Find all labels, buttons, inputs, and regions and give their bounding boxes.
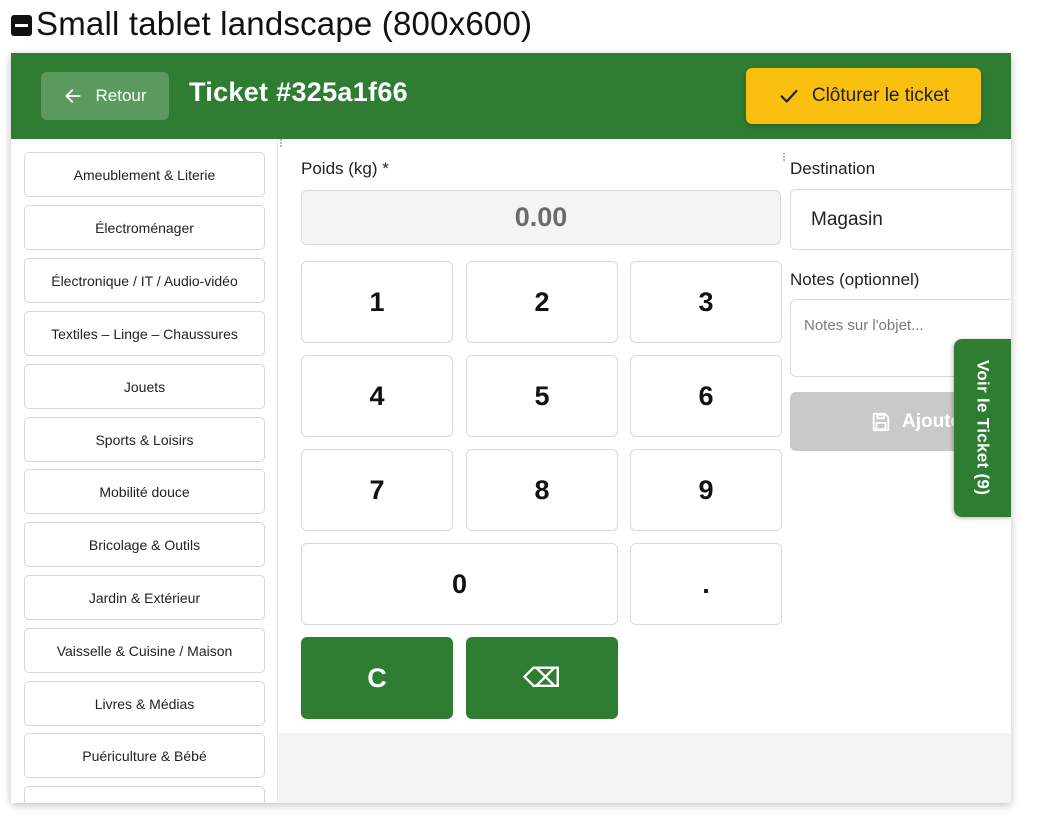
resize-grip-icon[interactable] — [280, 139, 283, 147]
close-ticket-label: Clôturer le ticket — [811, 85, 950, 106]
keypad-decimal[interactable]: . — [630, 543, 782, 625]
content-background — [279, 733, 1011, 803]
category-button[interactable]: Vaisselle & Cuisine / Maison — [24, 628, 265, 673]
category-button[interactable]: Électronique / IT / Audio-vidéo — [24, 258, 265, 303]
keypad-2[interactable]: 2 — [466, 261, 618, 343]
tablet-frame: Retour Ticket #325a1f66 Clôturer le tick… — [11, 53, 1011, 803]
keypad-7[interactable]: 7 — [301, 449, 453, 531]
collapse-toggle-icon[interactable] — [11, 14, 32, 36]
keypad-4[interactable]: 4 — [301, 355, 453, 437]
weight-display[interactable]: 0.00 — [301, 190, 781, 245]
entry-panel: Poids (kg) * 0.00 1 2 3 4 5 6 7 8 9 0 . … — [280, 139, 1011, 733]
keypad-8[interactable]: 8 — [466, 449, 618, 531]
notes-label: Notes (optionnel) — [790, 270, 920, 289]
check-icon — [780, 89, 798, 103]
save-icon — [872, 412, 890, 431]
category-button[interactable]: Électroménager — [24, 205, 265, 250]
category-button[interactable]: Puériculture & Bébé — [24, 733, 265, 778]
destination-label: Destination — [790, 159, 876, 178]
keypad-5[interactable]: 5 — [466, 355, 618, 437]
resize-grip-icon[interactable] — [783, 153, 786, 161]
add-item-label: Ajoute — [902, 410, 962, 432]
category-button[interactable]: Bricolage & Outils — [24, 522, 265, 567]
destination-select[interactable]: Magasin — [790, 189, 1011, 250]
notes-placeholder: Notes sur l'objet... — [804, 317, 924, 334]
keypad-3[interactable]: 3 — [630, 261, 782, 343]
backspace-button[interactable]: ⌫ — [466, 637, 618, 719]
weight-label: Poids (kg) * — [301, 159, 389, 178]
category-button[interactable]: Textiles – Linge – Chaussures — [24, 311, 265, 356]
keypad-6[interactable]: 6 — [630, 355, 782, 437]
section-heading: Small tablet landscape (800x600) — [11, 2, 532, 46]
keypad-1[interactable]: 1 — [301, 261, 453, 343]
destination-value: Magasin — [811, 208, 883, 230]
category-button[interactable]: Mobilité douce — [24, 469, 265, 514]
view-ticket-label: Voir le Ticket (9) — [973, 360, 993, 496]
top-bar: Retour Ticket #325a1f66 Clôturer le tick… — [11, 53, 1011, 139]
keypad-9[interactable]: 9 — [630, 449, 782, 531]
keypad-0[interactable]: 0 — [301, 543, 618, 625]
close-ticket-button[interactable]: Clôturer le ticket — [746, 68, 981, 124]
category-button[interactable]: Ameublement & Literie — [24, 152, 265, 197]
back-button[interactable]: Retour — [41, 72, 169, 120]
view-ticket-tab[interactable]: Voir le Ticket (9) — [954, 339, 1011, 517]
category-button[interactable] — [24, 786, 265, 803]
category-button[interactable]: Livres & Médias — [24, 681, 265, 726]
back-button-label: Retour — [95, 86, 147, 105]
category-button[interactable]: Jouets — [24, 364, 265, 409]
arrow-left-icon — [65, 89, 82, 103]
category-button[interactable]: Jardin & Extérieur — [24, 575, 265, 620]
clear-button[interactable]: C — [301, 637, 453, 719]
section-title: Small tablet landscape (800x600) — [36, 5, 533, 42]
category-sidebar: Ameublement & Literie Électroménager Éle… — [11, 139, 278, 803]
ticket-title: Ticket #325a1f66 — [189, 77, 408, 107]
category-button[interactable]: Sports & Loisirs — [24, 417, 265, 462]
